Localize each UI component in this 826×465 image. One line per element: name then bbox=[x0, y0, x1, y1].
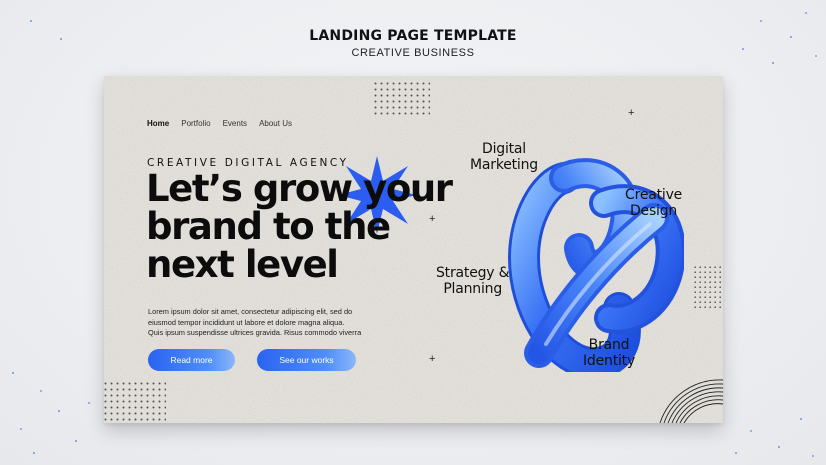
dot-grid-right bbox=[692, 264, 722, 310]
concentric-arcs bbox=[659, 379, 723, 423]
headline-line-3: next level bbox=[146, 243, 339, 286]
headline-line-2: brand to the bbox=[146, 205, 391, 248]
headline-line-1: Let’s grow your bbox=[146, 167, 453, 210]
body-line-1: Lorem ipsum dolor sit amet, consectetur … bbox=[148, 307, 353, 316]
body-line-2: eiusmod tempor incididunt ut labore et d… bbox=[148, 317, 345, 327]
plus-icon: + bbox=[429, 353, 436, 365]
hero-headline: Let’s grow your brand to the next level bbox=[146, 167, 453, 286]
showcase-subtitle: CREATIVE BUSINESS bbox=[351, 47, 475, 59]
service-creative-design: Creative Design bbox=[625, 187, 683, 219]
showcase-title: LANDING PAGE TEMPLATE bbox=[309, 28, 517, 44]
dot-grid-bottom-left bbox=[104, 379, 166, 421]
read-more-button[interactable]: Read more bbox=[148, 349, 235, 371]
nav-portfolio[interactable]: Portfolio bbox=[181, 119, 210, 128]
nav-about-us[interactable]: About Us bbox=[259, 119, 292, 128]
service-strategy-planning: Strategy & Planning bbox=[436, 265, 510, 297]
see-our-works-button[interactable]: See our works bbox=[257, 349, 356, 371]
dot-grid-top bbox=[372, 81, 430, 115]
service-digital-marketing: Digital Marketing bbox=[470, 141, 538, 173]
nav-events[interactable]: Events bbox=[223, 119, 247, 128]
hero-body-text: Lorem ipsum dolor sit amet, consectetur … bbox=[148, 307, 398, 339]
main-nav: Home Portfolio Events About Us bbox=[147, 119, 292, 128]
body-line-3: Quis ipsum suspendisse ultrices gravida.… bbox=[148, 328, 362, 337]
plus-icon: + bbox=[628, 107, 635, 119]
nav-home[interactable]: Home bbox=[147, 119, 169, 128]
service-brand-identity: Brand Identity bbox=[583, 337, 636, 369]
landing-page-card: Home Portfolio Events About Us CREATIVE … bbox=[104, 76, 723, 423]
